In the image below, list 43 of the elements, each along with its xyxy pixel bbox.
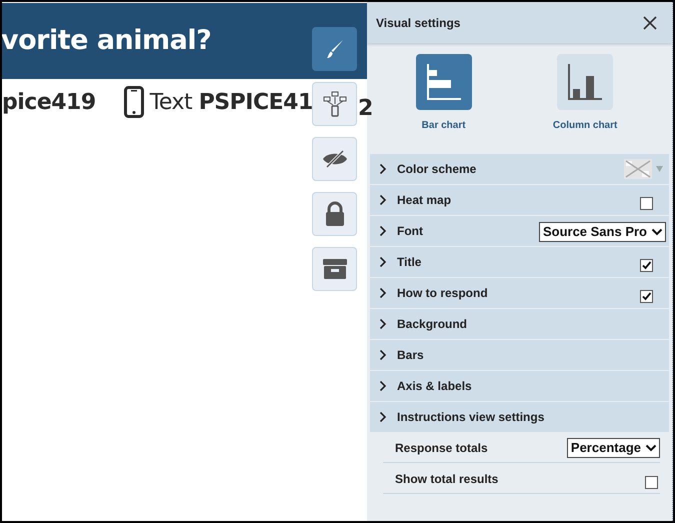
caret-icon [645,443,657,453]
checkbox[interactable] [640,290,653,302]
chevron-icon [379,194,387,206]
settings-section[interactable]: Axis & labels [370,371,669,401]
settings-section[interactable]: Bars [370,340,669,370]
chart-type-label: Bar chart [422,119,466,133]
dropdown[interactable]: Percentage [566,438,660,458]
caret-icon [651,227,663,237]
eye-slash-icon [322,150,348,168]
archive-icon [322,258,348,280]
checkbox[interactable] [640,258,653,272]
settings-section[interactable]: Title [370,247,669,277]
panel-title: Visual settings [376,14,460,32]
lock-icon [324,201,346,227]
checkbox[interactable] [645,476,658,489]
chevron-icon [379,411,387,423]
chart-type-tile[interactable] [557,54,614,110]
chevron-icon [379,287,387,299]
chevron-icon [379,225,387,237]
settings-section[interactable]: Instructions view settings [370,402,669,432]
checkbox[interactable] [640,196,653,210]
instruction-fragment: 2 [358,95,374,123]
chevron-icon [379,380,387,392]
dropdown[interactable]: Source Sans Pro [538,222,666,242]
option-label: Show total results [395,471,500,488]
sms-instruction: Text PSPICE41 [150,88,313,116]
chevron-icon [379,256,387,268]
chart-type-label: Column chart [552,119,618,133]
settings-section[interactable]: Background [370,309,669,339]
phone-icon [124,86,144,118]
option-label: Response totals [395,440,489,457]
chart-type-tile[interactable] [416,54,472,110]
settings-section[interactable]: Heat map [370,185,669,215]
close-button[interactable] [641,14,659,32]
chevron-icon [379,349,387,361]
chevron-icon [379,318,387,330]
settings-section[interactable]: Font Source Sans Pro [370,216,669,246]
color-scheme-swatch[interactable] [624,159,652,179]
chevron-icon [379,163,387,175]
settings-section[interactable]: Color scheme [370,154,669,184]
settings-section[interactable]: How to respond [370,278,669,308]
code-text: pice419 [2,88,96,116]
network-icon [322,91,346,117]
